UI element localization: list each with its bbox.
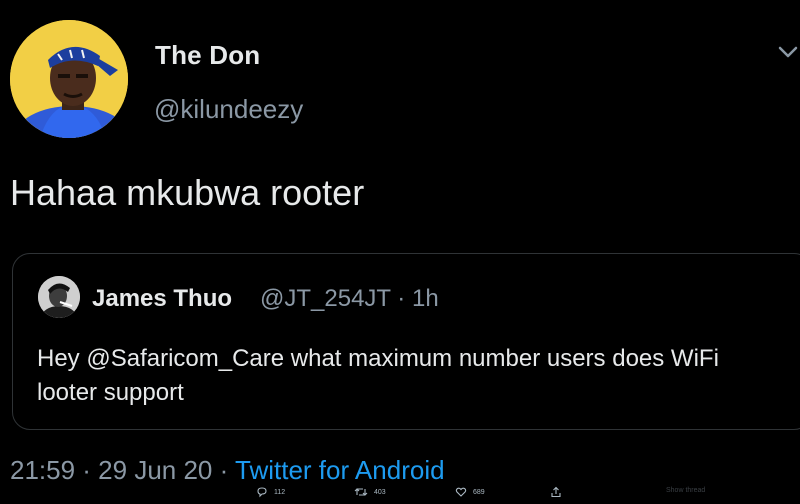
tweet-text: Hahaa mkubwa rooter xyxy=(10,172,365,213)
quoted-tweet-card[interactable]: James Thuo @JT_254JT · 1h Hey @Safaricom… xyxy=(12,253,800,430)
like-button[interactable]: 689 xyxy=(455,486,485,498)
retweet-icon xyxy=(354,488,368,496)
quoted-author-avatar[interactable] xyxy=(38,276,80,318)
quoted-tweet-text: Hey @Safaricom_Care what maximum number … xyxy=(37,345,719,406)
avatar-image xyxy=(10,20,128,138)
action-bar: 112 403 689 Show thread xyxy=(0,484,800,504)
quoted-avatar-image xyxy=(38,276,80,318)
author-handle[interactable]: @kilundeezy xyxy=(154,94,303,125)
retweet-count: 403 xyxy=(374,488,386,496)
timestamp[interactable]: 21:59 · 29 Jun 20 · xyxy=(10,455,235,485)
reply-button[interactable]: 112 xyxy=(256,486,285,498)
quoted-author-meta: @JT_254JT · 1h xyxy=(260,285,439,312)
retweet-button[interactable]: 403 xyxy=(354,486,386,498)
chevron-down-icon[interactable] xyxy=(776,40,800,64)
author-display-name[interactable]: The Don xyxy=(155,40,260,71)
source-link[interactable]: Twitter for Android xyxy=(235,455,445,485)
reply-icon xyxy=(257,487,267,498)
show-thread-ghost: Show thread xyxy=(666,487,706,494)
share-icon xyxy=(551,486,561,498)
heart-icon xyxy=(455,487,467,497)
reply-count: 112 xyxy=(274,488,286,496)
tweet: The Don @kilundeezy Hahaa mkubwa rooter … xyxy=(0,0,800,504)
quoted-author-name[interactable]: James Thuo xyxy=(92,285,232,313)
share-button[interactable] xyxy=(550,486,562,498)
tweet-footer: 21:59 · 29 Jun 20 · Twitter for Android xyxy=(10,455,445,486)
like-count: 689 xyxy=(473,488,485,496)
avatar[interactable] xyxy=(10,20,128,138)
